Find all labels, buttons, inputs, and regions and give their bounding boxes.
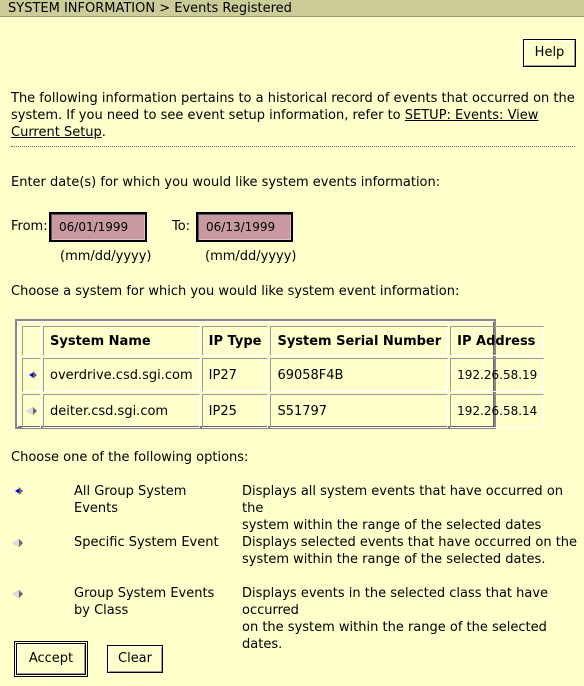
select-header [22,326,41,356]
from-label: From: [11,219,48,234]
option-specific-event-description: Displays selected events that have occur… [242,534,577,568]
diamond-radio-icon[interactable] [25,405,38,417]
system-name-cell: overdrive.csd.sgi.com [43,358,200,392]
ip-type-cell: IP27 [201,358,269,392]
serial-cell: 69058F4B [270,358,449,392]
column-header-serial: System Serial Number [270,326,449,356]
ip-type-cell: IP25 [201,394,269,428]
column-header-system-name: System Name [43,326,200,356]
help-button[interactable]: Help [523,39,576,67]
accept-button[interactable]: Accept [14,641,88,677]
system-radio-cell[interactable] [22,358,41,392]
system-name-cell: deiter.csd.sgi.com [43,394,200,428]
option-group-by-class-label: Group System Events by Class [74,585,214,619]
intro-paragraph: The following information pertains to a … [11,90,579,141]
option-desc-line: Displays selected events that have occur… [242,535,578,550]
table-header-row: System Name IP Type System Serial Number… [22,326,545,356]
table-row[interactable]: overdrive.csd.sgi.com IP27 69058F4B 192.… [22,358,545,392]
diamond-radio-icon[interactable] [11,588,24,600]
option-specific-event-label: Specific System Event [74,534,219,551]
system-radio-cell[interactable] [22,394,41,428]
option-all-group-events-label: All Group System Events [74,483,186,517]
clear-button[interactable]: Clear [107,645,163,673]
option-all-group-events-description: Displays all system events that have occ… [242,483,584,534]
diamond-radio-icon[interactable] [25,369,38,381]
page-title: SYSTEM INFORMATION > Events Registered [0,0,584,17]
table-row[interactable]: deiter.csd.sgi.com IP25 S51797 192.26.58… [22,394,545,428]
system-table: System Name IP Type System Serial Number… [15,319,545,429]
ip-address-cell: 192.26.58.19 [450,358,545,392]
ip-address-cell: 192.26.58.14 [450,394,545,428]
option-label-line: Specific System Event [74,535,219,550]
from-date-field[interactable] [49,212,147,242]
column-header-ip-type: IP Type [201,326,269,356]
diamond-radio-icon[interactable] [11,537,24,549]
option-label-line: by Class [74,603,129,618]
date-prompt: Enter date(s) for which you would like s… [11,175,441,190]
option-label-line: Group System Events [74,586,215,601]
option-desc-line: on the system within the range of the se… [242,620,547,652]
to-date-field[interactable] [196,212,293,242]
from-format-hint: (mm/dd/yyyy) [60,249,152,264]
divider [11,146,575,147]
to-format-hint: (mm/dd/yyyy) [205,249,297,264]
option-desc-line: system within the range of the selected … [242,518,542,533]
option-label-line: Events [74,501,119,516]
options-prompt: Choose one of the following options: [11,450,249,465]
diamond-radio-icon[interactable] [11,485,24,497]
option-group-by-class-description: Displays events in the selected class th… [242,585,584,653]
option-label-line: All Group System [74,484,187,499]
intro-suffix: . [101,125,106,140]
to-label: To: [172,219,191,234]
column-header-ip-address: IP Address [450,326,545,356]
serial-cell: S51797 [270,394,449,428]
system-prompt: Choose a system for which you would like… [11,284,460,299]
option-desc-line: system within the range of the selected … [242,552,546,567]
option-desc-line: Displays events in the selected class th… [242,586,549,618]
option-desc-line: Displays all system events that have occ… [242,484,564,516]
